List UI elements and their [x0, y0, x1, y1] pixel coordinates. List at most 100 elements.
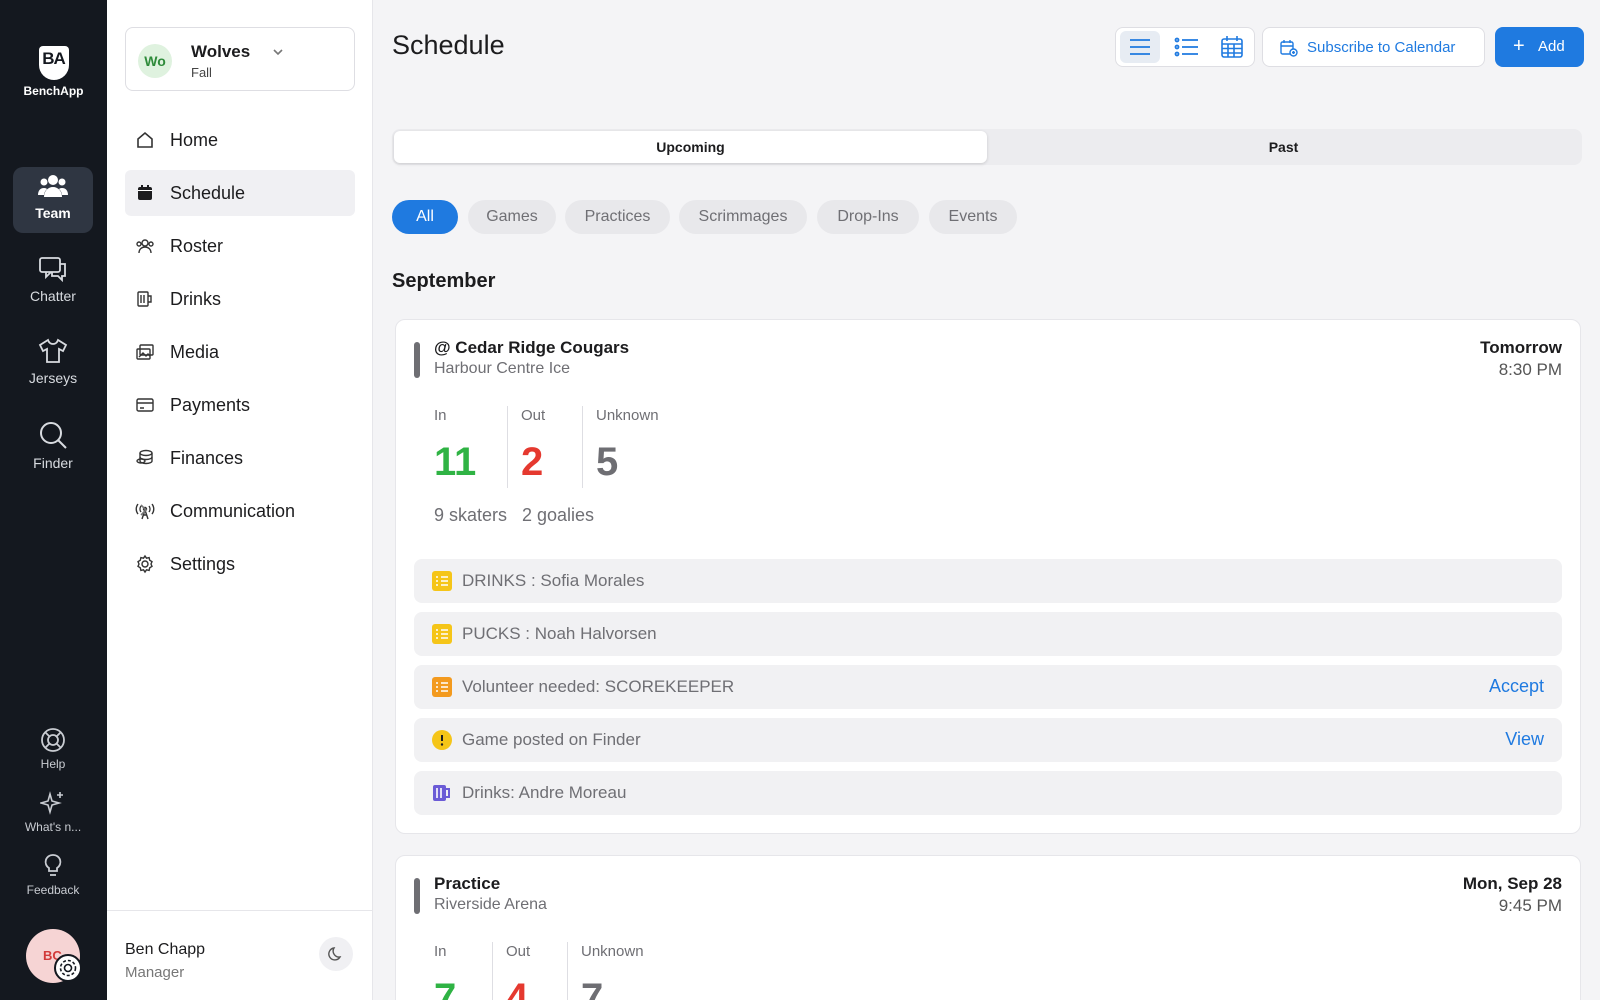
sidebar-item-label: Home: [170, 130, 219, 150]
attendance-unknown-label: Unknown: [596, 407, 659, 424]
roster-icon: [136, 239, 154, 254]
drinks-icon: [433, 785, 450, 801]
accept-volunteer-link[interactable]: Accept: [1489, 676, 1544, 697]
search-icon: [40, 422, 67, 449]
rail-item-team[interactable]: Team: [13, 167, 93, 233]
event-card[interactable]: @ Cedar Ridge Cougars Harbour Centre Ice…: [395, 319, 1581, 834]
attendance-out-label: Out: [521, 407, 546, 424]
sidebar-item-label: Drinks: [170, 289, 222, 309]
lightbulb-icon: [44, 854, 62, 876]
filter-games[interactable]: Games: [468, 200, 556, 234]
home-icon: [137, 131, 153, 148]
app-rail: BA BenchApp Team Chatter Jerseys Finder …: [0, 0, 107, 1000]
plus-icon: +: [1513, 35, 1525, 57]
chevron-down-icon: [273, 49, 283, 56]
task-row[interactable]: PUCKS : Noah Halvorsen: [414, 612, 1562, 656]
sidebar-item-schedule[interactable]: Schedule: [125, 170, 355, 216]
event-day: Tomorrow: [1480, 338, 1562, 357]
tab-past[interactable]: Past: [987, 131, 1580, 163]
team-switcher[interactable]: Wo Wolves Fall: [125, 27, 355, 91]
rail-label: Chatter: [30, 288, 76, 304]
event-title: @ Cedar Ridge Cougars: [434, 338, 630, 357]
attendance-unknown-count: 7: [581, 976, 604, 1000]
view-list-button[interactable]: [1120, 31, 1160, 63]
task-label: Volunteer needed: SCOREKEEPER: [462, 677, 735, 696]
filter-drop-ins[interactable]: Drop-Ins: [817, 200, 919, 234]
rail-item-jerseys[interactable]: Jerseys: [13, 332, 93, 398]
filter-all[interactable]: All: [392, 200, 458, 234]
list-icon: [1130, 39, 1150, 55]
sidebar-item-payments[interactable]: Payments: [125, 382, 355, 428]
rail-item-chatter[interactable]: Chatter: [13, 250, 93, 316]
user-role: Manager: [125, 964, 185, 981]
divider: [492, 942, 493, 1000]
event-type-accent: [414, 342, 420, 378]
view-finder-link[interactable]: View: [1505, 729, 1544, 750]
event-time: 9:45 PM: [1498, 896, 1562, 915]
benchapp-logo[interactable]: BA BenchApp: [0, 46, 107, 98]
team-name: Wolves: [191, 42, 251, 61]
sidebar-item-label: Media: [170, 342, 220, 362]
goalies-count: 2 goalies: [522, 505, 595, 525]
attendance-in-count: 7: [434, 976, 457, 1000]
subscribe-calendar-label: Subscribe to Calendar: [1307, 39, 1456, 56]
sidebar-item-drinks[interactable]: Drinks: [125, 276, 355, 322]
rail-item-whats-new[interactable]: What's n...: [13, 790, 93, 834]
sidebar-item-media[interactable]: Media: [125, 329, 355, 375]
subscribe-calendar-button[interactable]: Subscribe to Calendar: [1262, 27, 1485, 67]
rail-label: What's n...: [24, 820, 82, 834]
add-event-label: Add: [1538, 38, 1565, 55]
attendance-out-count: 4: [506, 976, 529, 1000]
rail-item-finder[interactable]: Finder: [13, 415, 93, 481]
filter-scrimmages[interactable]: Scrimmages: [679, 200, 807, 234]
sidebar-item-finances[interactable]: Finances: [125, 435, 355, 481]
dark-mode-toggle[interactable]: [319, 937, 353, 971]
moon-icon: [328, 947, 342, 961]
filter-events[interactable]: Events: [929, 200, 1017, 234]
sidebar-item-home[interactable]: Home: [125, 117, 355, 163]
task-row[interactable]: Drinks: Andre Moreau: [414, 771, 1562, 815]
event-location: Harbour Centre Ice: [434, 360, 571, 377]
sidebar-item-label: Settings: [170, 554, 236, 574]
sidebar-item-communication[interactable]: Communication: [125, 488, 355, 534]
task-row[interactable]: DRINKS : Sofia Morales: [414, 559, 1562, 603]
rail-label: Finder: [33, 455, 73, 471]
attendance-in-label: In: [434, 407, 447, 424]
team-season: Fall: [191, 65, 212, 80]
filter-practices[interactable]: Practices: [565, 200, 670, 234]
task-label: Game posted on Finder: [462, 730, 641, 749]
task-label: DRINKS : Sofia Morales: [462, 571, 645, 590]
checklist-icon: [432, 571, 452, 591]
divider: [507, 406, 508, 488]
attendance-out-label: Out: [506, 943, 531, 960]
finances-icon: [136, 449, 153, 465]
sidebar: Wo Wolves Fall Home Schedule Roster Drin…: [107, 0, 373, 1000]
rail-label: Help: [40, 757, 66, 771]
add-event-button[interactable]: + Add: [1495, 27, 1584, 67]
rail-item-help[interactable]: Help: [13, 727, 93, 771]
sidebar-item-roster[interactable]: Roster: [125, 223, 355, 269]
sidebar-item-settings[interactable]: Settings: [125, 541, 355, 587]
event-card[interactable]: Practice Riverside Arena Mon, Sep 28 9:4…: [395, 855, 1581, 1000]
rail-label: Jerseys: [28, 370, 78, 386]
bulleted-list-icon: [1174, 37, 1198, 57]
attendance-out-count: 2: [521, 440, 544, 484]
divider: [582, 406, 583, 488]
tab-upcoming[interactable]: Upcoming: [394, 131, 987, 163]
task-row[interactable]: Game posted on Finder View: [414, 718, 1562, 762]
team-icon: [38, 175, 68, 197]
event-title: Practice: [434, 874, 501, 893]
sparkle-icon: [40, 791, 63, 815]
view-detailed-list-button[interactable]: [1166, 31, 1206, 63]
team-avatar: Wo: [138, 44, 172, 78]
lifebuoy-icon: [41, 728, 65, 752]
rail-item-feedback[interactable]: Feedback: [13, 853, 93, 897]
sidebar-item-label: Roster: [170, 236, 224, 256]
task-label: PUCKS : Noah Halvorsen: [462, 624, 657, 643]
drinks-icon: [137, 291, 152, 307]
view-calendar-button[interactable]: [1212, 31, 1252, 63]
event-time: 8:30 PM: [1498, 360, 1562, 379]
task-row[interactable]: Volunteer needed: SCOREKEEPER Accept: [414, 665, 1562, 709]
logo-mark: BA: [38, 46, 69, 80]
logo-name: BenchApp: [23, 84, 84, 98]
